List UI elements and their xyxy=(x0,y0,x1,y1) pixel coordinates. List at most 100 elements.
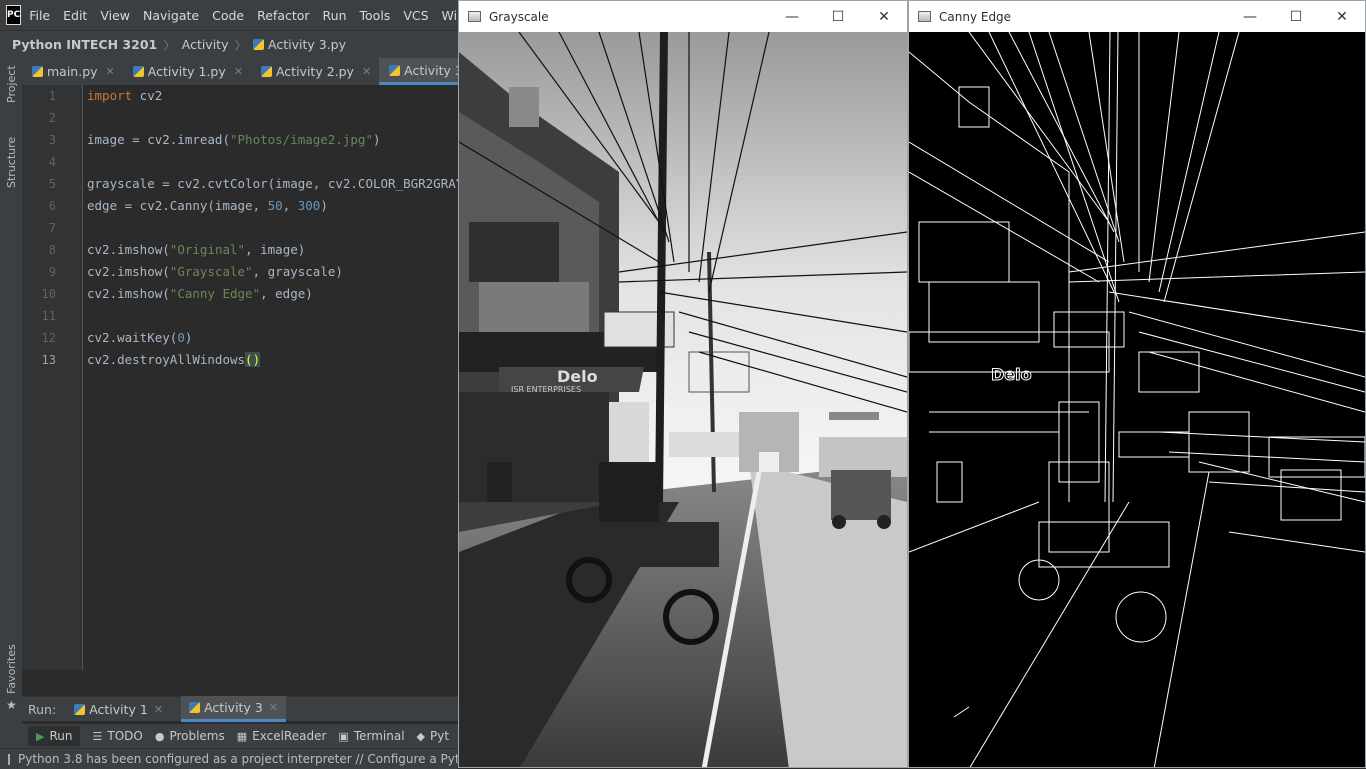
run-tab-label: Activity 3 xyxy=(204,700,263,715)
close-icon[interactable]: ✕ xyxy=(269,701,278,714)
close-button[interactable]: ✕ xyxy=(1319,1,1365,32)
line-number: 7 xyxy=(48,221,56,235)
python-file-icon xyxy=(132,66,144,77)
tab-label: Activity 1.py xyxy=(147,64,226,79)
tab-label: main.py xyxy=(47,64,98,79)
breadcrumb-project[interactable]: Python INTECH 3201 xyxy=(12,37,157,52)
line-number: 10 xyxy=(41,287,56,301)
canny-edge-image: Delo xyxy=(909,32,1365,767)
status-message[interactable]: Python 3.8 has been configured as a proj… xyxy=(18,752,458,766)
close-button[interactable]: ✕ xyxy=(861,1,907,32)
sign-text: Delo xyxy=(557,367,598,386)
breadcrumb-file[interactable]: Activity 3.py xyxy=(268,37,346,52)
editor-bottom-space xyxy=(22,670,458,696)
run-tab-activity-3[interactable]: Activity 3 ✕ xyxy=(181,696,286,722)
code-line-8: cv2.imshow("Original", image) xyxy=(87,242,306,257)
python-run-icon xyxy=(189,702,201,713)
python-file-icon xyxy=(253,39,264,50)
code-line-1: import cv2 xyxy=(87,88,163,103)
python-console-tool-button[interactable]: ◆ Pyt xyxy=(417,729,450,743)
menu-file[interactable]: File xyxy=(29,8,50,23)
terminal-tool-button[interactable]: ▣ Terminal xyxy=(338,729,404,743)
favorites-tool-button[interactable]: Favorites xyxy=(5,644,18,694)
line-number: 11 xyxy=(41,309,56,323)
close-icon[interactable]: ✕ xyxy=(362,65,371,78)
status-bar: Python 3.8 has been configured as a proj… xyxy=(0,748,458,769)
menu-bar: PC File Edit View Navigate Code Refactor… xyxy=(0,0,491,30)
menu-run[interactable]: Run xyxy=(323,8,347,23)
todo-tool-button[interactable]: ☰ TODO xyxy=(92,729,142,743)
code-line-13: cv2.destroyAllWindows() xyxy=(87,352,261,367)
run-label: Run: xyxy=(28,701,57,717)
minimize-button[interactable]: — xyxy=(1227,1,1273,32)
menu-tools[interactable]: Tools xyxy=(360,8,391,23)
terminal-icon: ▣ xyxy=(338,729,349,743)
tab-main-py[interactable]: main.py ✕ xyxy=(22,58,123,85)
line-number: 8 xyxy=(48,243,56,257)
menu-navigate[interactable]: Navigate xyxy=(143,8,199,23)
line-number-gutter: 1 2 3 4 5 6 7 8 9 10 11 12 13 xyxy=(22,85,83,670)
close-icon[interactable]: ✕ xyxy=(234,65,243,78)
canny-edge-window: Canny Edge — ☐ ✕ Delo xyxy=(908,0,1366,768)
minimize-button[interactable]: — xyxy=(769,1,815,32)
grayscale-image: Delo JSR ENTERPRISES xyxy=(459,32,907,767)
line-number: 12 xyxy=(41,331,56,345)
problems-tool-button[interactable]: ● Problems xyxy=(155,729,225,743)
window-title: Canny Edge xyxy=(939,9,1012,24)
close-icon[interactable]: ✕ xyxy=(106,65,115,78)
chevron-right-icon: 〉 xyxy=(234,38,247,53)
tool-label: Problems xyxy=(169,729,225,743)
tool-label: TODO xyxy=(107,729,143,743)
run-tab-activity-1[interactable]: Activity 1 ✕ xyxy=(74,702,163,717)
code-line-12: cv2.waitKey(0) xyxy=(87,330,193,345)
tool-label: Pyt xyxy=(430,729,450,743)
street-photo-edges: Delo xyxy=(909,32,1365,767)
structure-tool-button[interactable]: Structure xyxy=(5,137,18,188)
line-number: 1 xyxy=(48,89,56,103)
tab-activity-2[interactable]: Activity 2.py ✕ xyxy=(251,58,379,85)
menu-edit[interactable]: Edit xyxy=(63,8,87,23)
python-console-icon: ◆ xyxy=(416,729,426,743)
street-photo-grayscale: Delo JSR ENTERPRISES xyxy=(459,32,907,767)
code-line-9: cv2.imshow("Grayscale", grayscale) xyxy=(87,264,343,279)
status-checkbox-icon[interactable] xyxy=(8,753,10,765)
tool-label: ExcelReader xyxy=(252,729,327,743)
menu-refactor[interactable]: Refactor xyxy=(257,8,309,23)
tab-label: Activity 2.py xyxy=(275,64,354,79)
line-number: 4 xyxy=(48,155,56,169)
info-icon: ● xyxy=(154,729,165,743)
tool-label: Terminal xyxy=(353,729,405,743)
sign-edge-text: Delo xyxy=(991,365,1032,384)
run-panel-header: Run: Activity 1 ✕ Activity 3 ✕ xyxy=(22,696,458,722)
breadcrumb-folder[interactable]: Activity xyxy=(182,37,229,52)
code-line-6: edge = cv2.Canny(image, 50, 300) xyxy=(87,198,328,213)
breadcrumb: Python INTECH 3201 〉 Activity 〉 Activity… xyxy=(0,30,458,58)
code-line-5: grayscale = cv2.cvtColor(image, cv2.COLO… xyxy=(87,176,458,191)
play-icon: ▶ xyxy=(36,729,45,743)
menu-vcs[interactable]: VCS xyxy=(403,8,428,23)
run-tool-button[interactable]: ▶ Run xyxy=(28,726,81,746)
grayscale-titlebar[interactable]: Grayscale — ☐ ✕ xyxy=(459,1,907,32)
python-file-icon xyxy=(389,64,401,76)
maximize-button[interactable]: ☐ xyxy=(815,1,861,32)
editor-tabs: main.py ✕ Activity 1.py ✕ Activity 2.py … xyxy=(22,58,491,86)
chevron-right-icon: 〉 xyxy=(163,38,176,53)
table-icon: ▦ xyxy=(236,729,248,743)
excelreader-tool-button[interactable]: ▦ ExcelReader xyxy=(237,729,327,743)
code-editor[interactable]: import cv2 image = cv2.imread("Photos/im… xyxy=(83,85,458,670)
menu-view[interactable]: View xyxy=(100,8,130,23)
line-number: 5 xyxy=(48,177,56,191)
menu-code[interactable]: Code xyxy=(212,8,244,23)
code-line-3: image = cv2.imread("Photos/image2.jpg") xyxy=(87,132,381,147)
star-icon: ★ xyxy=(6,698,17,712)
tab-activity-1[interactable]: Activity 1.py ✕ xyxy=(123,58,251,85)
canny-titlebar[interactable]: Canny Edge — ☐ ✕ xyxy=(909,1,1365,32)
project-tool-button[interactable]: Project xyxy=(5,65,18,103)
line-number-current: 13 xyxy=(41,353,56,367)
line-number: 9 xyxy=(48,265,56,279)
window-icon xyxy=(918,11,931,22)
close-icon[interactable]: ✕ xyxy=(154,703,163,716)
maximize-button[interactable]: ☐ xyxy=(1273,1,1319,32)
python-file-icon xyxy=(260,66,272,77)
list-icon: ☰ xyxy=(92,729,103,743)
